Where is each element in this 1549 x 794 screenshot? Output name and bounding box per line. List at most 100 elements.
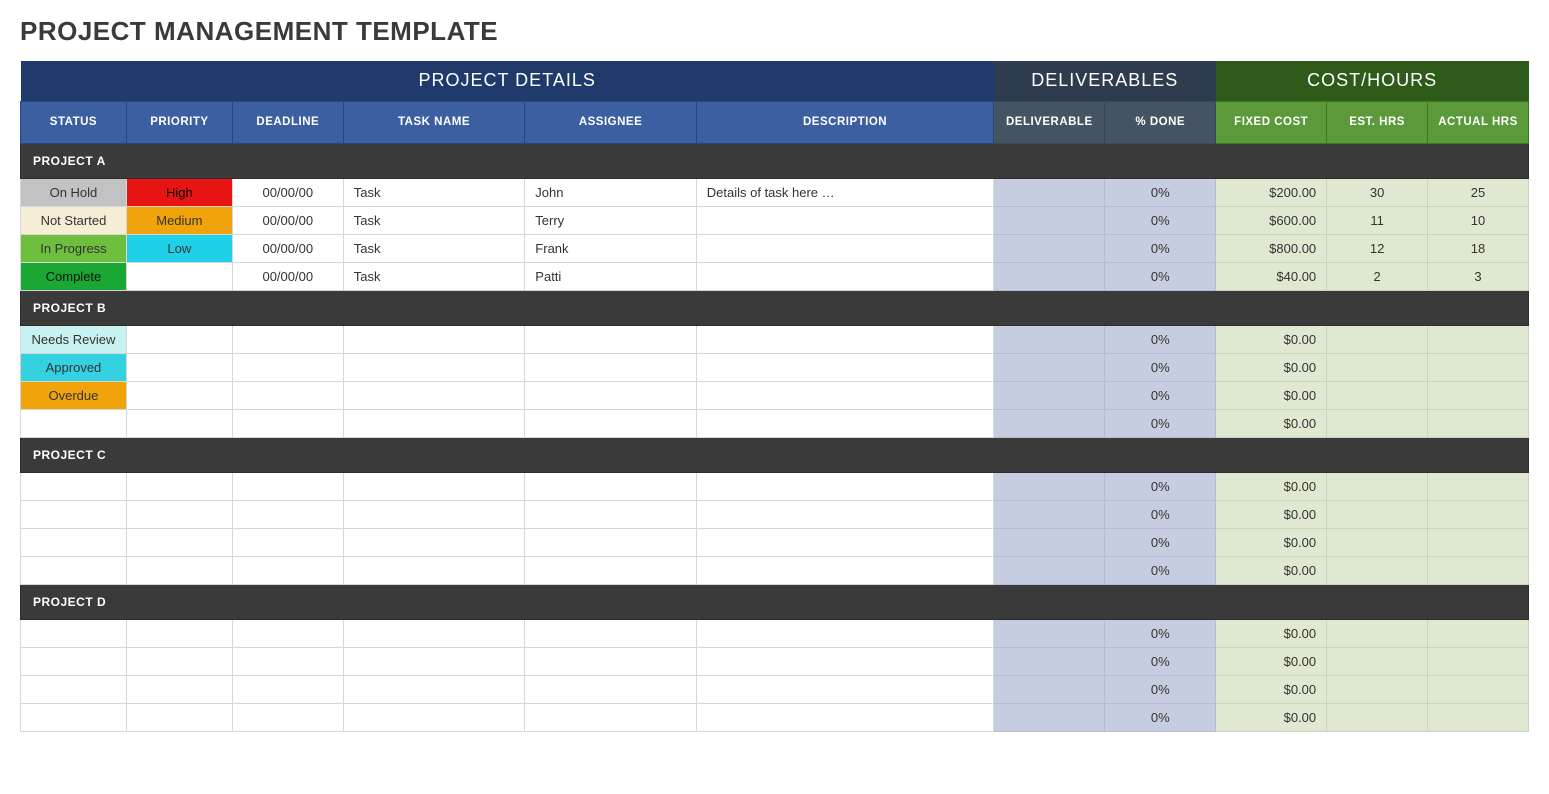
cell-est-hrs[interactable]: 2 — [1327, 262, 1428, 290]
cell-priority[interactable]: Medium — [126, 206, 232, 234]
cell-assignee[interactable]: Frank — [525, 234, 696, 262]
cell-deliverable[interactable] — [994, 206, 1105, 234]
cell-task-name[interactable] — [343, 353, 525, 381]
cell-assignee[interactable] — [525, 675, 696, 703]
cell-percent-done[interactable]: 0% — [1105, 325, 1216, 353]
cell-actual-hrs[interactable] — [1428, 409, 1529, 437]
cell-actual-hrs[interactable] — [1428, 703, 1529, 731]
cell-status[interactable] — [21, 556, 127, 584]
cell-deliverable[interactable] — [994, 325, 1105, 353]
cell-actual-hrs[interactable] — [1428, 472, 1529, 500]
cell-task-name[interactable]: Task — [343, 178, 525, 206]
cell-deadline[interactable] — [232, 381, 343, 409]
cell-deadline[interactable] — [232, 325, 343, 353]
cell-deliverable[interactable] — [994, 556, 1105, 584]
cell-priority[interactable]: High — [126, 178, 232, 206]
cell-fixed-cost[interactable]: $0.00 — [1216, 675, 1327, 703]
cell-percent-done[interactable]: 0% — [1105, 206, 1216, 234]
cell-deliverable[interactable] — [994, 353, 1105, 381]
cell-description[interactable]: Details of task here … — [696, 178, 994, 206]
cell-deliverable[interactable] — [994, 409, 1105, 437]
cell-deadline[interactable] — [232, 675, 343, 703]
cell-percent-done[interactable]: 0% — [1105, 703, 1216, 731]
cell-percent-done[interactable]: 0% — [1105, 647, 1216, 675]
cell-assignee[interactable] — [525, 472, 696, 500]
cell-actual-hrs[interactable] — [1428, 556, 1529, 584]
cell-deadline[interactable] — [232, 703, 343, 731]
cell-status[interactable] — [21, 500, 127, 528]
cell-fixed-cost[interactable]: $600.00 — [1216, 206, 1327, 234]
cell-task-name[interactable] — [343, 703, 525, 731]
cell-deliverable[interactable] — [994, 262, 1105, 290]
cell-status[interactable] — [21, 528, 127, 556]
cell-fixed-cost[interactable]: $0.00 — [1216, 409, 1327, 437]
cell-deadline[interactable]: 00/00/00 — [232, 178, 343, 206]
cell-fixed-cost[interactable]: $0.00 — [1216, 381, 1327, 409]
cell-status[interactable]: Needs Review — [21, 325, 127, 353]
cell-fixed-cost[interactable]: $200.00 — [1216, 178, 1327, 206]
cell-deadline[interactable]: 00/00/00 — [232, 262, 343, 290]
cell-priority[interactable] — [126, 409, 232, 437]
cell-fixed-cost[interactable]: $0.00 — [1216, 619, 1327, 647]
cell-actual-hrs[interactable] — [1428, 647, 1529, 675]
cell-actual-hrs[interactable] — [1428, 325, 1529, 353]
cell-fixed-cost[interactable]: $0.00 — [1216, 500, 1327, 528]
cell-fixed-cost[interactable]: $40.00 — [1216, 262, 1327, 290]
cell-assignee[interactable] — [525, 381, 696, 409]
cell-task-name[interactable] — [343, 409, 525, 437]
cell-actual-hrs[interactable]: 18 — [1428, 234, 1529, 262]
cell-task-name[interactable]: Task — [343, 234, 525, 262]
cell-status[interactable]: Approved — [21, 353, 127, 381]
cell-status[interactable] — [21, 409, 127, 437]
cell-percent-done[interactable]: 0% — [1105, 178, 1216, 206]
cell-actual-hrs[interactable]: 10 — [1428, 206, 1529, 234]
cell-deliverable[interactable] — [994, 178, 1105, 206]
cell-est-hrs[interactable] — [1327, 556, 1428, 584]
cell-assignee[interactable] — [525, 619, 696, 647]
cell-fixed-cost[interactable]: $800.00 — [1216, 234, 1327, 262]
cell-deadline[interactable]: 00/00/00 — [232, 234, 343, 262]
cell-description[interactable] — [696, 409, 994, 437]
cell-task-name[interactable]: Task — [343, 206, 525, 234]
cell-deadline[interactable] — [232, 556, 343, 584]
cell-description[interactable] — [696, 647, 994, 675]
cell-assignee[interactable] — [525, 409, 696, 437]
cell-description[interactable] — [696, 234, 994, 262]
cell-est-hrs[interactable] — [1327, 528, 1428, 556]
cell-priority[interactable] — [126, 500, 232, 528]
cell-deliverable[interactable] — [994, 619, 1105, 647]
cell-priority[interactable] — [126, 381, 232, 409]
cell-task-name[interactable] — [343, 647, 525, 675]
cell-description[interactable] — [696, 703, 994, 731]
cell-actual-hrs[interactable] — [1428, 353, 1529, 381]
cell-status[interactable]: In Progress — [21, 234, 127, 262]
cell-status[interactable]: Not Started — [21, 206, 127, 234]
cell-assignee[interactable]: Patti — [525, 262, 696, 290]
cell-percent-done[interactable]: 0% — [1105, 528, 1216, 556]
cell-priority[interactable] — [126, 703, 232, 731]
cell-est-hrs[interactable]: 12 — [1327, 234, 1428, 262]
cell-deliverable[interactable] — [994, 528, 1105, 556]
cell-priority[interactable] — [126, 472, 232, 500]
cell-percent-done[interactable]: 0% — [1105, 262, 1216, 290]
cell-deliverable[interactable] — [994, 381, 1105, 409]
cell-percent-done[interactable]: 0% — [1105, 619, 1216, 647]
cell-deadline[interactable]: 00/00/00 — [232, 206, 343, 234]
cell-priority[interactable] — [126, 675, 232, 703]
cell-task-name[interactable] — [343, 500, 525, 528]
cell-percent-done[interactable]: 0% — [1105, 472, 1216, 500]
cell-actual-hrs[interactable]: 25 — [1428, 178, 1529, 206]
cell-status[interactable] — [21, 675, 127, 703]
cell-deliverable[interactable] — [994, 703, 1105, 731]
cell-actual-hrs[interactable] — [1428, 619, 1529, 647]
cell-priority[interactable] — [126, 262, 232, 290]
cell-deadline[interactable] — [232, 528, 343, 556]
cell-percent-done[interactable]: 0% — [1105, 234, 1216, 262]
cell-est-hrs[interactable] — [1327, 353, 1428, 381]
cell-task-name[interactable] — [343, 556, 525, 584]
cell-percent-done[interactable]: 0% — [1105, 381, 1216, 409]
cell-deliverable[interactable] — [994, 234, 1105, 262]
cell-status[interactable]: Overdue — [21, 381, 127, 409]
cell-description[interactable] — [696, 528, 994, 556]
cell-assignee[interactable] — [525, 647, 696, 675]
